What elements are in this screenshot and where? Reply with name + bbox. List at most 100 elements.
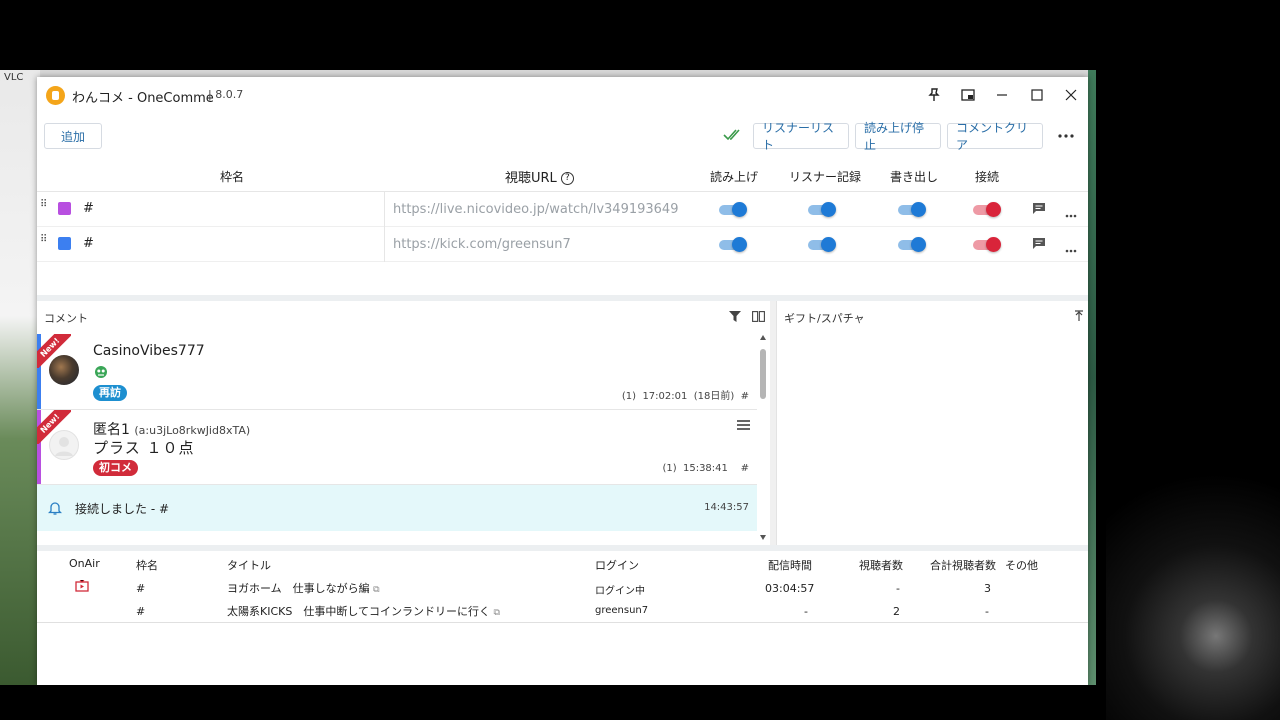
gift-panel-title: ギフト/スパチャ bbox=[784, 312, 865, 325]
read-toggle[interactable] bbox=[719, 237, 747, 252]
minimize-icon[interactable] bbox=[992, 85, 1012, 105]
listener-record-toggle[interactable] bbox=[808, 237, 836, 252]
desktop: VLC わんコメ - OneComme | 8.0.7 追加 リスナーリスト 読… bbox=[0, 0, 1280, 720]
header-total-viewers: 合計視聴者数 bbox=[930, 559, 996, 572]
live-row[interactable]: # ヨガホーム 仕事しながら編 ⧉ ログイン中 03:04:57 - 3 bbox=[37, 576, 1088, 599]
avatar bbox=[49, 355, 79, 385]
add-button[interactable]: 追加 bbox=[44, 123, 102, 149]
source-color-swatch[interactable] bbox=[58, 237, 71, 250]
filter-icon[interactable] bbox=[725, 306, 745, 326]
source-url[interactable]: https://kick.com/greensun7 bbox=[393, 237, 571, 252]
drag-handle-icon[interactable]: ⠿ bbox=[40, 235, 48, 250]
live-viewers: 2 bbox=[893, 605, 900, 618]
sources-table-header: 枠名 視聴URL ? 読み上げ リスナー記録 書き出し 接続 bbox=[37, 157, 1088, 192]
source-color-swatch[interactable] bbox=[58, 202, 71, 215]
comment-text: プラス １０点 bbox=[93, 439, 195, 457]
live-duration: 03:04:57 bbox=[765, 582, 815, 595]
stop-reading-button[interactable]: 読み上げ停止 bbox=[855, 121, 941, 152]
table-bottom-divider bbox=[37, 622, 1088, 623]
system-message-time: 14:43:57 bbox=[704, 502, 749, 513]
close-icon[interactable] bbox=[1061, 85, 1081, 105]
comment-author: 匿名1 (a:u3jLo8rkwJid8xTA) bbox=[93, 422, 251, 438]
live-viewers: - bbox=[896, 582, 900, 595]
window-title: わんコメ - OneComme bbox=[72, 91, 214, 106]
help-icon[interactable]: ? bbox=[560, 172, 574, 185]
background-wallpaper-strip bbox=[1088, 70, 1096, 685]
listener-record-toggle[interactable] bbox=[808, 202, 836, 217]
maximize-icon[interactable] bbox=[1027, 85, 1047, 105]
live-login: greensun7 bbox=[595, 605, 649, 616]
header-duration: 配信時間 bbox=[768, 559, 812, 572]
scroll-down-icon[interactable] bbox=[760, 535, 766, 540]
connect-toggle[interactable] bbox=[973, 202, 1001, 217]
source-row[interactable]: ⠿ # https://kick.com/greensun7 bbox=[37, 227, 1088, 262]
gift-panel: ギフト/スパチャ bbox=[776, 301, 1088, 545]
header-title: タイトル bbox=[227, 559, 271, 572]
comment-item[interactable]: New! 匿名1 (a:u3jLo8rkwJid8xTA) プラス １０点 初コ… bbox=[37, 410, 757, 485]
onecomme-window: わんコメ - OneComme | 8.0.7 追加 リスナーリスト 読み上げ停… bbox=[37, 77, 1088, 685]
comment-meta: (1) 17:02:01 (18日前) # bbox=[621, 391, 749, 402]
header-login: ログイン bbox=[595, 559, 639, 572]
vlc-label: VLC bbox=[4, 72, 24, 83]
app-version: | 8.0.7 bbox=[208, 88, 244, 101]
background-video-window bbox=[1106, 466, 1280, 720]
url-cell[interactable]: https://kick.com/greensun7 bbox=[384, 227, 684, 262]
comment-item[interactable]: New! CasinoVibes777 再訪 (1) 17:02:01 (18日… bbox=[37, 334, 757, 410]
row-more-icon[interactable] bbox=[1065, 242, 1081, 256]
comment-scrollbar[interactable] bbox=[759, 335, 767, 545]
picture-in-picture-icon[interactable] bbox=[958, 85, 978, 105]
source-row[interactable]: ⠿ # https://live.nicovideo.jp/watch/lv34… bbox=[37, 192, 1088, 227]
onair-tv-icon bbox=[75, 579, 89, 592]
header-frame-name: 枠名 bbox=[220, 170, 245, 184]
bell-icon bbox=[47, 500, 63, 516]
header-listener-record: リスナー記録 bbox=[789, 170, 862, 184]
header-viewers: 視聴者数 bbox=[859, 559, 903, 572]
header-read: 読み上げ bbox=[710, 170, 759, 184]
export-toggle[interactable] bbox=[898, 237, 926, 252]
header-export: 書き出し bbox=[890, 170, 939, 184]
live-login: ログイン中 bbox=[595, 586, 645, 597]
scrollbar-thumb[interactable] bbox=[760, 349, 766, 399]
hamburger-menu-icon[interactable] bbox=[733, 415, 753, 435]
default-avatar-icon bbox=[49, 430, 79, 460]
double-check-icon[interactable] bbox=[723, 127, 743, 143]
listener-list-button[interactable]: リスナーリスト bbox=[753, 121, 849, 152]
live-duration: - bbox=[804, 605, 808, 618]
scroll-up-icon[interactable] bbox=[760, 335, 766, 340]
comment-icon[interactable] bbox=[1032, 202, 1048, 216]
copy-icon[interactable]: ⧉ bbox=[373, 585, 379, 595]
revisit-badge: 再訪 bbox=[93, 385, 127, 401]
live-title[interactable]: ヨガホーム 仕事しながら編 ⧉ bbox=[227, 580, 380, 596]
title-bar[interactable]: わんコメ - OneComme | 8.0.7 bbox=[37, 77, 1088, 113]
source-name[interactable]: # bbox=[83, 236, 94, 251]
connect-toggle[interactable] bbox=[973, 237, 1001, 252]
first-comment-badge: 初コメ bbox=[93, 460, 138, 476]
live-title[interactable]: 太陽系KICKS 仕事中断してコインランドリーに行く ⧉ bbox=[227, 603, 500, 619]
comment-icon[interactable] bbox=[1032, 237, 1048, 251]
header-frame: 枠名 bbox=[136, 559, 158, 572]
system-message: 接続しました - # 14:43:57 bbox=[37, 485, 757, 531]
pin-icon[interactable] bbox=[924, 85, 944, 105]
copy-icon[interactable]: ⧉ bbox=[494, 608, 500, 618]
emote-icon bbox=[93, 364, 109, 378]
header-view-url: 視聴URL ? bbox=[505, 167, 574, 186]
export-toggle[interactable] bbox=[898, 202, 926, 217]
comment-meta: (1) 15:38:41 # bbox=[662, 463, 749, 474]
drag-handle-icon[interactable]: ⠿ bbox=[40, 200, 48, 215]
live-frame: # bbox=[136, 582, 146, 595]
source-name[interactable]: # bbox=[83, 201, 94, 216]
live-frame: # bbox=[136, 605, 146, 618]
header-onair: OnAir bbox=[69, 557, 100, 570]
clear-comments-button[interactable]: コメントクリア bbox=[947, 121, 1043, 152]
read-toggle[interactable] bbox=[719, 202, 747, 217]
live-row[interactable]: # 太陽系KICKS 仕事中断してコインランドリーに行く ⧉ greensun7… bbox=[37, 599, 1088, 622]
sort-icon[interactable] bbox=[1069, 306, 1088, 326]
app-logo-icon bbox=[46, 86, 65, 105]
row-more-icon[interactable] bbox=[1065, 207, 1081, 221]
columns-icon[interactable] bbox=[748, 306, 768, 326]
source-url[interactable]: https://live.nicovideo.jp/watch/lv349193… bbox=[393, 202, 678, 217]
url-cell[interactable]: https://live.nicovideo.jp/watch/lv349193… bbox=[384, 192, 684, 227]
more-options-icon[interactable] bbox=[1056, 126, 1076, 146]
header-other: その他 bbox=[1005, 559, 1038, 572]
header-connect: 接続 bbox=[975, 170, 1000, 184]
